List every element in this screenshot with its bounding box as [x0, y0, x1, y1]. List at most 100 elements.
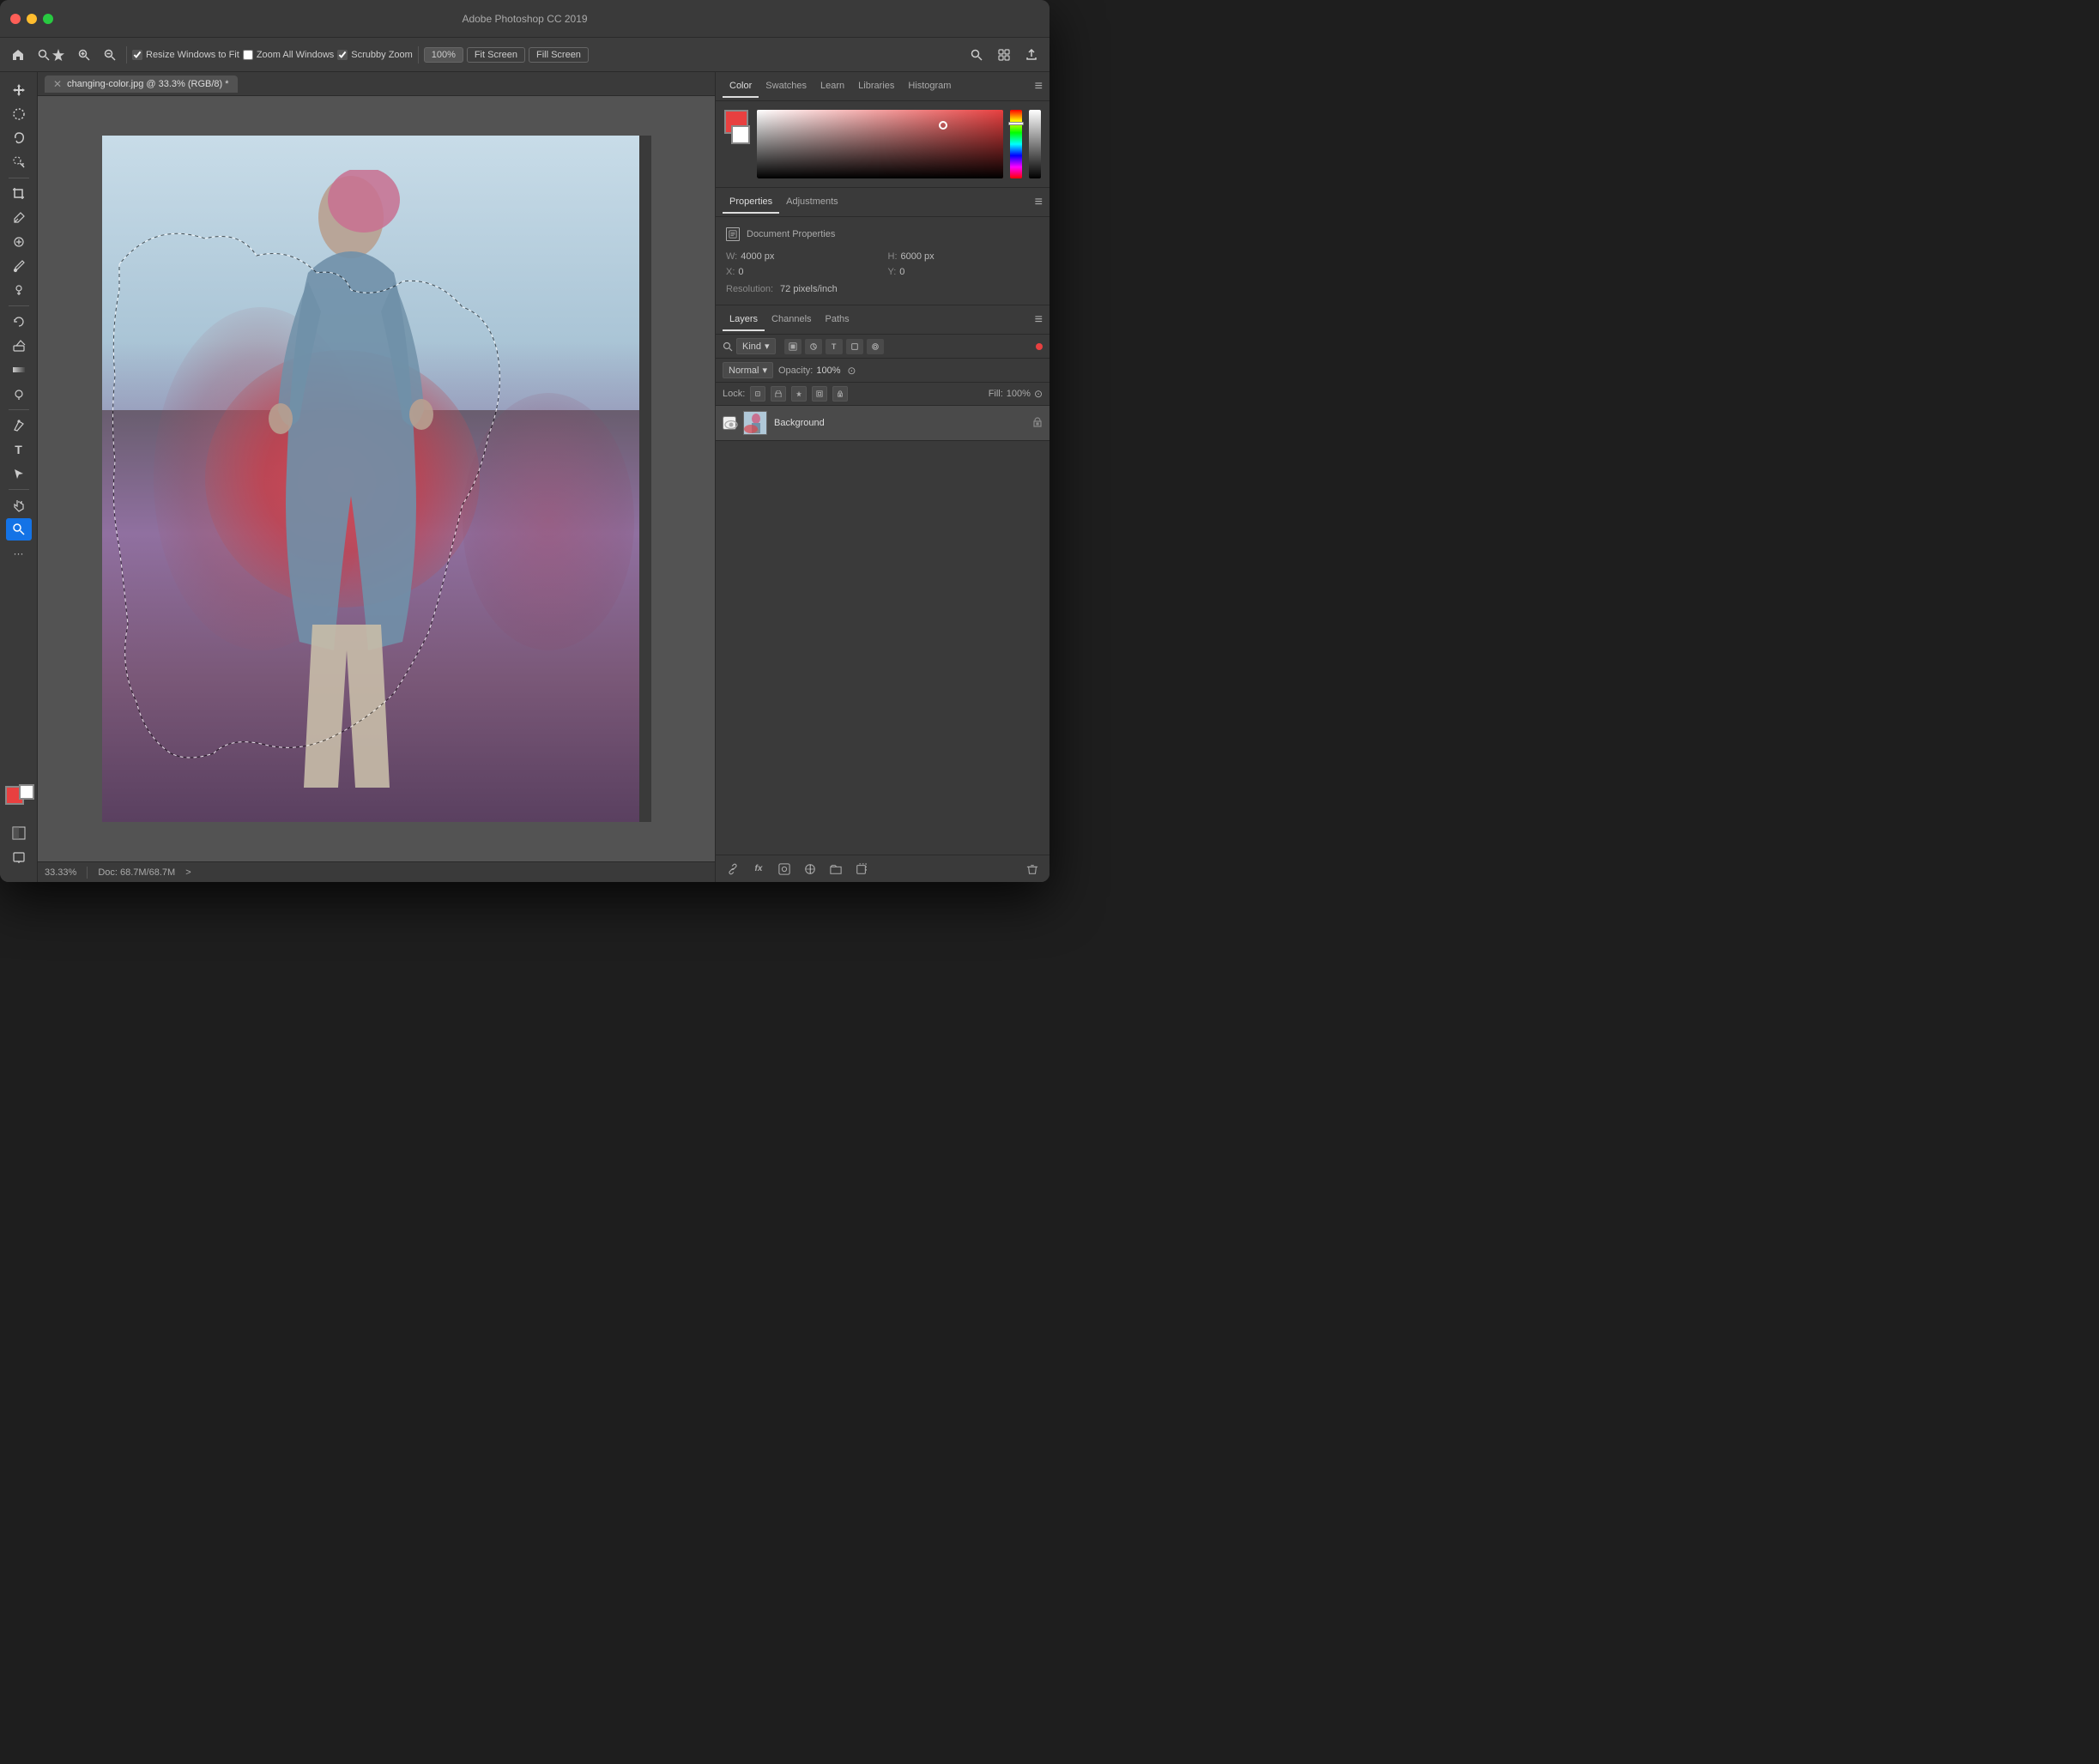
lightness-strip[interactable] [1029, 110, 1041, 178]
properties-grid: W: 4000 px H: 6000 px X: 0 Y: [726, 251, 1039, 277]
zoom-in-button[interactable] [73, 46, 95, 63]
close-tab-icon[interactable]: ✕ [53, 79, 62, 89]
fill-options-button[interactable]: ⊙ [1034, 388, 1043, 400]
filter-toggle-dot[interactable] [1036, 343, 1043, 350]
background-color[interactable] [19, 784, 34, 800]
canvas-area: ✕ changing-color.jpg @ 33.3% (RGB/8) * [38, 72, 715, 882]
kind-filter-dropdown[interactable]: Kind ▾ [736, 338, 776, 354]
text-tool-button[interactable]: T [6, 438, 32, 461]
brush-tool-button[interactable] [6, 255, 32, 277]
lock-position-button[interactable] [791, 386, 807, 402]
new-adjustment-layer-button[interactable] [800, 859, 820, 879]
new-layer-group-button[interactable] [826, 859, 846, 879]
vertical-scrollbar[interactable] [639, 136, 651, 822]
color-picker-area [724, 110, 1041, 178]
properties-panel-menu-button[interactable]: ≡ [1035, 195, 1043, 210]
document-tab[interactable]: ✕ changing-color.jpg @ 33.3% (RGB/8) * [45, 76, 238, 93]
path-select-button[interactable] [6, 462, 32, 485]
minimize-button[interactable] [27, 14, 37, 24]
zoom-all-windows-label[interactable]: Zoom All Windows [243, 50, 334, 60]
zoom-tool-left-button[interactable] [6, 518, 32, 541]
hue-strip[interactable] [1010, 110, 1022, 178]
canvas-viewport[interactable] [38, 96, 715, 861]
layers-panel: Layers Channels Paths ≡ Kind ▾ [716, 305, 1050, 882]
layer-visibility-button[interactable] [723, 416, 736, 430]
delete-layer-button[interactable] [1022, 859, 1043, 879]
clone-stamp-button[interactable] [6, 279, 32, 301]
tab-paths[interactable]: Paths [819, 309, 856, 331]
quick-mask-button[interactable] [6, 822, 32, 844]
new-layer-mask-button[interactable] [774, 859, 795, 879]
fill-screen-button[interactable]: Fill Screen [529, 47, 589, 63]
pen-tool-button[interactable] [6, 414, 32, 437]
crop-tool-button[interactable] [6, 183, 32, 205]
layers-panel-menu-button[interactable]: ≡ [1035, 312, 1043, 328]
tab-channels[interactable]: Channels [765, 309, 818, 331]
scrubby-zoom-label[interactable]: Scrubby Zoom [337, 50, 413, 60]
lock-artboard-button[interactable] [812, 386, 827, 402]
search-icon-layers [723, 341, 733, 352]
layer-list[interactable]: Background [716, 406, 1050, 855]
healing-tool-button[interactable] [6, 231, 32, 253]
shape-filter-button[interactable] [846, 339, 863, 354]
tab-adjustments[interactable]: Adjustments [779, 191, 845, 214]
zoom-value-input[interactable] [424, 47, 463, 63]
background-layer-item[interactable]: Background [716, 406, 1050, 441]
lasso-tool-button[interactable] [6, 127, 32, 149]
type-filter-button[interactable]: T [826, 339, 843, 354]
status-bar-right [689, 867, 708, 879]
fx-button[interactable]: fx [748, 859, 769, 879]
tab-learn[interactable]: Learn [814, 76, 851, 98]
layers-blend-row: Normal ▾ Opacity: 100% ⊙ [716, 359, 1050, 383]
hue-slider-handle[interactable] [1008, 122, 1024, 125]
more-tools-button[interactable]: ··· [6, 542, 32, 565]
lock-all-button[interactable] [832, 386, 848, 402]
pixel-filter-button[interactable] [784, 339, 801, 354]
blend-mode-select[interactable]: Normal ▾ [723, 362, 773, 378]
move-tool-button[interactable] [6, 79, 32, 101]
lock-image-button[interactable] [771, 386, 786, 402]
tab-libraries[interactable]: Libraries [851, 76, 901, 98]
tab-swatches[interactable]: Swatches [759, 76, 814, 98]
lock-transparent-button[interactable] [750, 386, 765, 402]
color-panel-menu-button[interactable]: ≡ [1035, 79, 1043, 94]
resize-windows-label[interactable]: Resize Windows to Fit [132, 50, 239, 60]
fullscreen-button[interactable] [43, 14, 53, 24]
opacity-options-button[interactable]: ⊙ [847, 365, 856, 377]
zoom-all-windows-checkbox[interactable] [243, 50, 253, 60]
screen-mode-button[interactable] [6, 846, 32, 868]
tab-properties[interactable]: Properties [723, 191, 779, 214]
history-brush-button[interactable] [6, 311, 32, 333]
adjustment-filter-button[interactable] [805, 339, 822, 354]
scrubby-zoom-checkbox[interactable] [337, 50, 348, 60]
eraser-tool-button[interactable] [6, 335, 32, 357]
hand-tool-button[interactable] [6, 494, 32, 517]
layer-name-label: Background [774, 418, 1025, 428]
fit-screen-button[interactable]: Fit Screen [467, 47, 525, 63]
color-gradient-picker[interactable] [757, 110, 1003, 178]
home-button[interactable] [7, 46, 29, 63]
doc-info-arrow[interactable]: > [185, 867, 191, 878]
bg-color-swatch[interactable] [731, 125, 750, 144]
eyedropper-tool-button[interactable] [6, 207, 32, 229]
color-gradient-overlay [757, 110, 1003, 178]
tab-layers[interactable]: Layers [723, 309, 765, 331]
tab-color[interactable]: Color [723, 76, 759, 98]
toolbar-separator-2 [418, 46, 419, 63]
zoom-out-button[interactable] [99, 46, 121, 63]
smart-object-filter-button[interactable] [867, 339, 884, 354]
new-layer-button[interactable] [851, 859, 872, 879]
tab-histogram[interactable]: Histogram [901, 76, 958, 98]
resize-windows-checkbox[interactable] [132, 50, 142, 60]
zoom-tool-button[interactable] [33, 46, 70, 63]
dodge-tool-button[interactable] [6, 383, 32, 405]
quick-select-tool-button[interactable] [6, 151, 32, 173]
link-layers-button[interactable] [723, 859, 743, 879]
gradient-tool-button[interactable] [6, 359, 32, 381]
share-button[interactable] [1020, 46, 1043, 63]
canvas-content [102, 136, 651, 822]
arrange-windows-button[interactable] [993, 46, 1015, 63]
search-button[interactable] [965, 46, 988, 63]
close-button[interactable] [10, 14, 21, 24]
marquee-tool-button[interactable] [6, 103, 32, 125]
